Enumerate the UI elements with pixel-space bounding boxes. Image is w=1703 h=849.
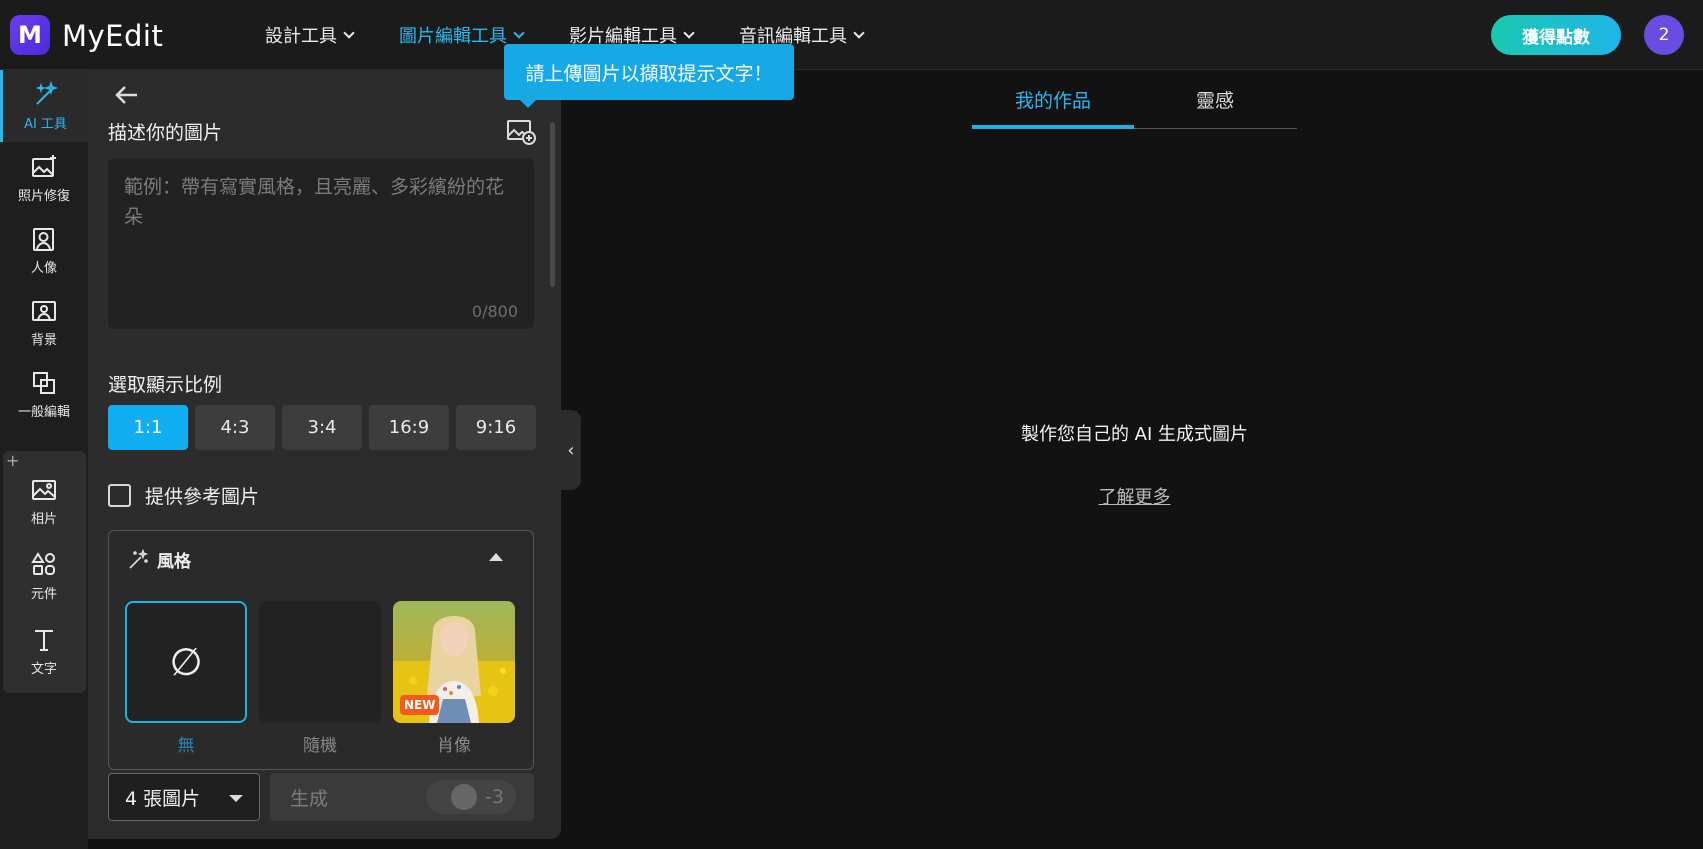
rail-label: 照片修復 [17, 188, 70, 204]
style-tile-random[interactable] [259, 601, 381, 723]
rail-item-general-edit[interactable]: 一般編輯 [0, 358, 88, 430]
rail-label: 元件 [30, 586, 57, 602]
reference-label: 提供參考圖片 [145, 486, 260, 508]
caret-up-icon[interactable] [489, 553, 503, 561]
caret-down-icon [229, 795, 243, 802]
rail-item-ai-tools[interactable]: AI 工具 [0, 70, 88, 142]
empty-state-message: 製作您自己的 AI 生成式圖片 [1020, 424, 1249, 445]
generate-label: 生成 [290, 787, 329, 810]
photo-restore-icon [32, 154, 56, 177]
style-label-none: 無 [177, 736, 195, 756]
describe-title: 描述你的圖片 [108, 122, 223, 144]
photo-icon [32, 479, 56, 500]
rail-label: AI 工具 [24, 116, 67, 132]
ratio-9-16-button[interactable]: 9:16 [456, 405, 536, 450]
nav-label: 圖片編輯工具 [399, 26, 507, 47]
chevron-down-icon [513, 27, 525, 39]
style-title: 風格 [157, 552, 191, 572]
ratio-1-1-button[interactable]: 1:1 [108, 405, 188, 450]
portrait-icon [33, 227, 54, 251]
background-icon [32, 300, 56, 321]
chevron-down-icon [683, 27, 695, 39]
style-header[interactable]: 風格 [127, 547, 191, 572]
nav-design-tools[interactable]: 設計工具 [265, 22, 355, 48]
new-badge: NEW [400, 695, 440, 715]
shapes-icon [31, 551, 55, 575]
generate-cost: -3 [426, 780, 516, 814]
style-tile-portrait[interactable]: NEW [393, 601, 515, 723]
rail-item-elements[interactable]: 元件 [0, 540, 88, 612]
none-icon: ∅ [169, 640, 203, 684]
text-icon [35, 629, 53, 651]
rail-item-text[interactable]: 文字 [0, 615, 88, 687]
myedit-logo-icon[interactable]: M [10, 15, 50, 55]
brand-name[interactable]: MyEdit [62, 19, 163, 53]
image-upload-icon[interactable] [506, 118, 536, 146]
crop-icon [33, 371, 55, 394]
magic-wand-icon [35, 80, 58, 105]
avatar[interactable]: 2 [1644, 15, 1684, 55]
ratio-3-4-button[interactable]: 3:4 [282, 405, 362, 450]
arrow-left-icon[interactable] [112, 80, 142, 110]
ai-image-panel: 描述你的圖片 範例：帶有寫實風格，且亮麗、多彩繽紛的花朵 0/800 選取顯示比… [88, 70, 561, 839]
ratio-16-9-button[interactable]: 16:9 [369, 405, 449, 450]
style-label-random: 隨機 [303, 736, 337, 756]
generate-button[interactable]: 生成 -3 [270, 773, 534, 821]
rail-label: 一般編輯 [17, 404, 70, 420]
learn-more-link[interactable]: 了解更多 [952, 483, 1317, 509]
chevron-down-icon [853, 27, 865, 39]
rail-label: 文字 [30, 661, 57, 677]
rail-label: 背景 [30, 332, 57, 348]
app-root: M MyEdit 設計工具 圖片編輯工具 影片編輯工具 音訊編輯工具 獲得點數 … [0, 0, 1703, 849]
reference-checkbox[interactable] [108, 484, 131, 507]
tab-my-works[interactable]: 我的作品 [972, 80, 1134, 129]
ratio-title: 選取顯示比例 [108, 374, 223, 396]
cost-value: -3 [485, 786, 504, 808]
magic-wand-icon [129, 548, 149, 569]
rail-item-background[interactable]: 背景 [0, 286, 88, 358]
image-count-value: 4 張圖片 [125, 787, 201, 810]
rail-label: 相片 [30, 511, 57, 527]
main-tabs: 我的作品 靈感 [972, 80, 1297, 129]
left-rail: + AI 工具 照片修復 人像 背景 一般編輯 相片 元件 文字 [0, 70, 88, 849]
chevron-down-icon [343, 27, 355, 39]
credit-coin-icon [451, 784, 478, 810]
char-counter: 0/800 [471, 302, 518, 321]
rail-item-photo-restore[interactable]: 照片修復 [0, 142, 88, 214]
upload-tooltip: 請上傳圖片以擷取提示文字！ [504, 44, 794, 108]
style-tile-none[interactable]: ∅ [125, 601, 247, 723]
reference-image-toggle[interactable]: 提供參考圖片 [108, 482, 259, 509]
get-points-button[interactable]: 獲得點數 [1491, 15, 1621, 55]
logo-letter: M [18, 21, 42, 49]
nav-label: 設計工具 [265, 26, 337, 47]
ratio-group: 1:1 4:3 3:4 16:9 9:16 [108, 405, 536, 450]
style-section: 風格 ∅ 無 隨機 NEW 肖像 [108, 530, 534, 770]
top-bar: M MyEdit 設計工具 圖片編輯工具 影片編輯工具 音訊編輯工具 獲得點數 … [0, 0, 1703, 70]
ratio-4-3-button[interactable]: 4:3 [195, 405, 275, 450]
image-count-select[interactable]: 4 張圖片 [108, 773, 260, 821]
prompt-placeholder: 範例：帶有寫實風格，且亮麗、多彩繽紛的花朵 [124, 176, 505, 228]
panel-scrollbar[interactable] [550, 122, 555, 287]
chevron-left-icon: ‹ [567, 439, 575, 461]
rail-label: 人像 [30, 260, 57, 276]
rail-item-portrait[interactable]: 人像 [0, 214, 88, 286]
tab-inspiration[interactable]: 靈感 [1134, 80, 1296, 129]
style-label-portrait: 肖像 [437, 736, 471, 756]
prompt-input[interactable]: 範例：帶有寫實風格，且亮麗、多彩繽紛的花朵 0/800 [108, 158, 534, 329]
collapse-panel-button[interactable]: ‹ [561, 410, 581, 490]
rail-item-photo[interactable]: 相片 [0, 465, 88, 537]
